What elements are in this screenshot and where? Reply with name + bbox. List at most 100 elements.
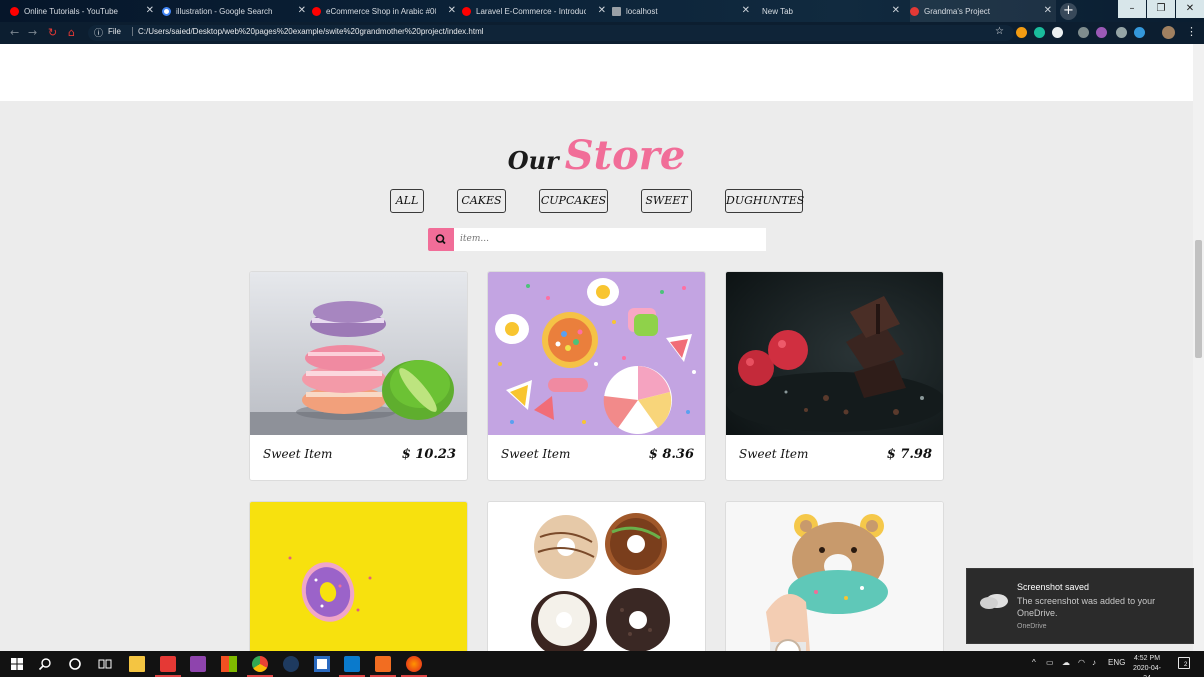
info-icon[interactable]: ⓘ xyxy=(94,26,103,39)
app-icon[interactable] xyxy=(221,656,237,672)
tab-grandmas-project[interactable]: Grandma's Project ✕ xyxy=(910,0,1056,22)
product-price: $ 7.98 xyxy=(886,447,932,462)
filter-doughnuts-button[interactable]: DUGHUNTES xyxy=(725,189,804,213)
windows-start-icon[interactable] xyxy=(9,656,25,672)
extension-icon[interactable] xyxy=(1052,27,1063,38)
extension-icon[interactable] xyxy=(1116,27,1127,38)
app-icon[interactable] xyxy=(314,656,330,672)
language-indicator[interactable]: ENG xyxy=(1108,658,1125,667)
close-icon[interactable]: ✕ xyxy=(892,5,900,16)
close-icon[interactable]: ✕ xyxy=(1044,5,1052,16)
close-icon[interactable]: ✕ xyxy=(146,5,154,16)
page-icon xyxy=(612,6,621,16)
product-card[interactable] xyxy=(487,501,706,651)
product-image-donuts xyxy=(488,502,705,651)
page-scrollbar[interactable] xyxy=(1193,44,1204,651)
product-name: Sweet Item xyxy=(501,447,571,461)
app-icon[interactable] xyxy=(160,656,176,672)
vscode-icon[interactable] xyxy=(344,656,360,672)
product-image-bear-donut xyxy=(726,502,943,651)
product-image-donut-yellow xyxy=(250,502,467,651)
page-viewport: Our Store ALL CAKES CUPCAKES SWEET DUGHUN… xyxy=(0,44,1193,651)
scrollbar-thumb[interactable] xyxy=(1195,240,1202,358)
tab-localhost[interactable]: localhost ✕ xyxy=(612,0,754,22)
windows-taskbar: ^ ▭ ☁ ◠ ♪ ENG 4:52 PM 2020-04-24 2 xyxy=(0,651,1204,677)
address-bar: ← → ↻ ⌂ ⓘ File C:/Users/saied/Desktop/we… xyxy=(0,22,1204,44)
search-input[interactable] xyxy=(454,228,766,251)
search-button[interactable] xyxy=(428,228,454,251)
extension-icon[interactable] xyxy=(1034,27,1045,38)
product-card[interactable]: Sweet Item $ 7.98 xyxy=(725,271,944,481)
extension-icon[interactable] xyxy=(1078,27,1089,38)
notification-count: 2 xyxy=(1184,662,1188,668)
youtube-icon xyxy=(312,6,321,16)
forward-icon[interactable]: → xyxy=(28,26,37,39)
back-icon[interactable]: ← xyxy=(10,26,19,39)
xampp-icon[interactable] xyxy=(375,656,391,672)
youtube-icon xyxy=(462,6,471,16)
clock[interactable]: 4:52 PM 2020-04-24 xyxy=(1130,654,1164,677)
product-card[interactable]: Sweet Item $ 8.36 xyxy=(487,271,706,481)
tab-laravel-ecommerce[interactable]: Laravel E-Commerce - Introduct ✕ xyxy=(462,0,610,22)
task-view-icon[interactable] xyxy=(97,656,113,672)
search-icon[interactable] xyxy=(37,656,53,672)
store-title: Our Store xyxy=(0,132,1193,179)
filter-sweet-button[interactable]: SWEET xyxy=(641,189,692,213)
file-explorer-icon[interactable] xyxy=(129,656,145,672)
browser-tab-strip: Online Tutorials - YouTube ✕ illustratio… xyxy=(0,0,1204,22)
tab-google-search[interactable]: illustration - Google Search ✕ xyxy=(162,0,310,22)
tab-youtube-tutorials[interactable]: Online Tutorials - YouTube ✕ xyxy=(10,0,158,22)
visual-studio-icon[interactable] xyxy=(190,656,206,672)
battery-icon[interactable]: ▭ xyxy=(1046,658,1054,667)
site-icon xyxy=(910,6,919,16)
product-card[interactable] xyxy=(725,501,944,651)
toast-title: Screenshot saved xyxy=(1017,582,1090,592)
close-icon[interactable]: ✕ xyxy=(448,5,456,16)
close-icon[interactable]: ✕ xyxy=(598,5,606,16)
close-window-button[interactable]: ✕ xyxy=(1176,0,1204,18)
header-section xyxy=(0,44,1193,101)
screenshot-toast[interactable]: Screenshot saved The screenshot was adde… xyxy=(966,568,1194,644)
profile-avatar[interactable] xyxy=(1162,26,1175,39)
notification-center-icon[interactable]: 2 xyxy=(1178,657,1190,669)
edge-icon[interactable] xyxy=(283,656,299,672)
reload-icon[interactable]: ↻ xyxy=(48,26,57,39)
youtube-icon xyxy=(10,6,19,16)
filter-cupcakes-button[interactable]: CUPCAKES xyxy=(539,189,608,213)
toast-body: The screenshot was added to your OneDriv… xyxy=(1017,596,1156,618)
tab-ecommerce-arabic[interactable]: eCommerce Shop in Arabic #00 ✕ xyxy=(312,0,460,22)
product-name: Sweet Item xyxy=(263,447,333,461)
firefox-icon[interactable] xyxy=(406,656,422,672)
chrome-icon[interactable] xyxy=(252,656,268,672)
google-icon xyxy=(162,6,171,16)
close-icon[interactable]: ✕ xyxy=(298,5,306,16)
tab-title: Laravel E-Commerce - Introduct xyxy=(476,6,586,16)
close-icon[interactable]: ✕ xyxy=(742,5,750,16)
clock-time: 4:52 PM xyxy=(1133,655,1161,662)
filter-cakes-button[interactable]: CAKES xyxy=(457,189,506,213)
bookmark-star-icon[interactable]: ☆ xyxy=(995,26,1004,37)
minimize-button[interactable]: – xyxy=(1118,0,1146,18)
extension-icon[interactable] xyxy=(1016,27,1027,38)
extension-icon[interactable] xyxy=(1134,27,1145,38)
url-text: C:/Users/saied/Desktop/web%20pages%20exa… xyxy=(132,27,484,36)
product-card[interactable] xyxy=(249,501,468,651)
tab-title: eCommerce Shop in Arabic #00 xyxy=(326,6,436,16)
tab-new-tab[interactable]: New Tab ✕ xyxy=(762,0,904,22)
wifi-icon[interactable]: ◠ xyxy=(1078,658,1085,667)
menu-icon[interactable]: ⋮ xyxy=(1186,25,1197,38)
tray-chevron-icon[interactable]: ^ xyxy=(1032,658,1036,667)
url-field[interactable]: ⓘ File C:/Users/saied/Desktop/web%20page… xyxy=(88,25,1014,41)
home-icon[interactable]: ⌂ xyxy=(68,26,75,39)
volume-icon[interactable]: ♪ xyxy=(1092,658,1096,667)
product-price: $ 8.36 xyxy=(648,447,694,462)
network-icon[interactable]: ☁ xyxy=(1062,658,1070,667)
cortana-icon[interactable] xyxy=(67,656,83,672)
tab-title: New Tab xyxy=(762,6,793,16)
filter-all-button[interactable]: ALL xyxy=(390,189,424,213)
new-tab-button[interactable]: + xyxy=(1060,3,1077,20)
extension-icon[interactable] xyxy=(1096,27,1107,38)
restore-button[interactable]: ❐ xyxy=(1147,0,1175,18)
product-card[interactable]: Sweet Item $ 10.23 xyxy=(249,271,468,481)
url-scheme: File xyxy=(108,27,121,36)
